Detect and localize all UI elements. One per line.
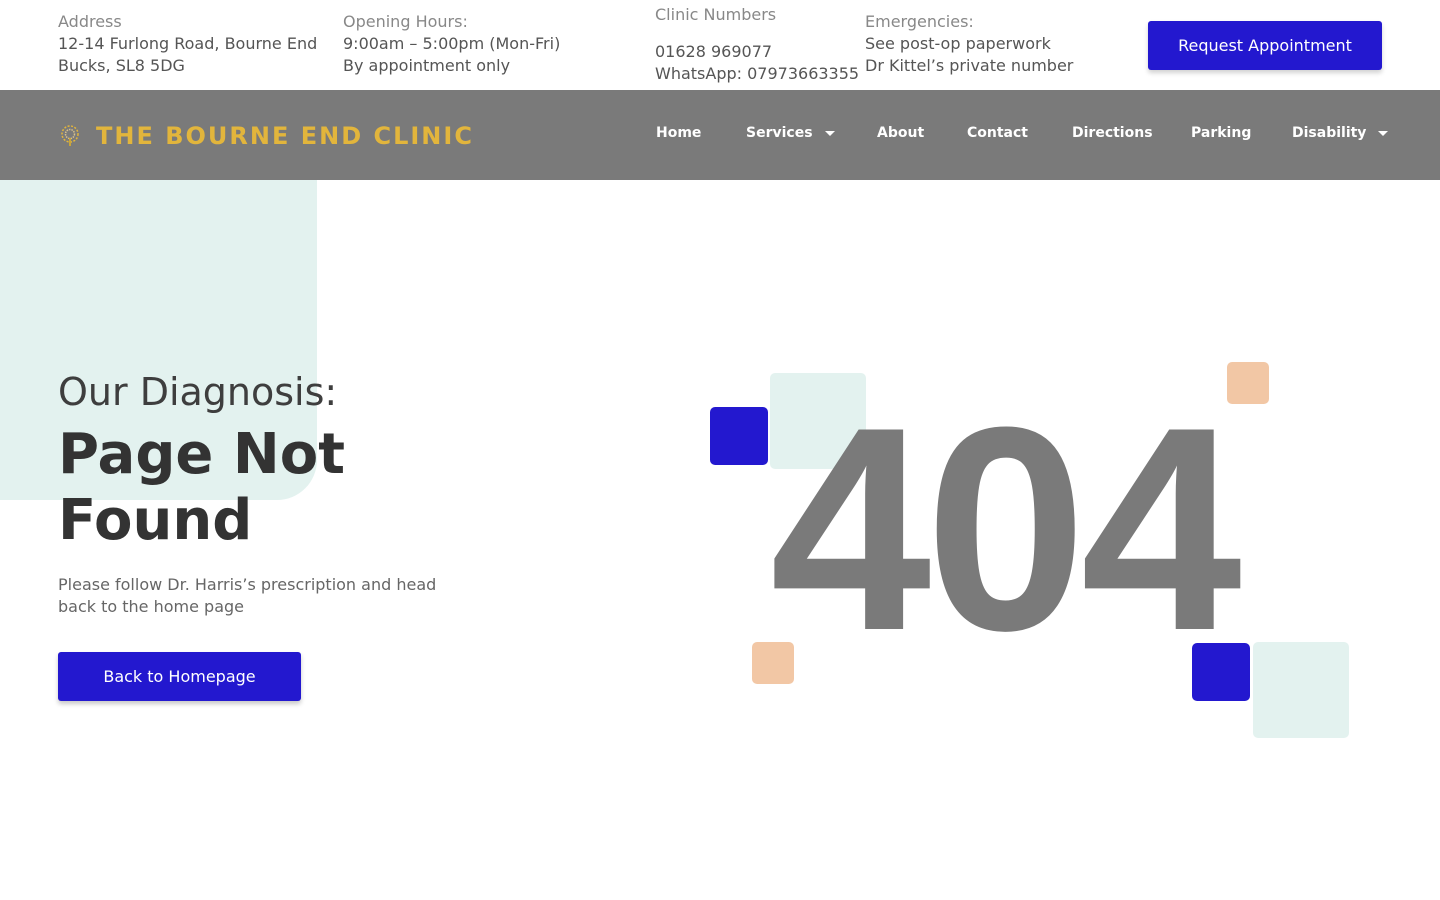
address-line2: Bucks, SL8 5DG [58,56,185,75]
address-block: Address 12-14 Furlong Road, Bourne End B… [58,11,317,77]
main-header: THE BOURNE END CLINIC Home Services Abou… [0,90,1440,180]
decor-square [1192,643,1250,701]
page-title: Page Not Found [58,422,478,554]
address-label: Address [58,12,122,31]
nav-disability[interactable]: Disability [1292,125,1389,141]
nav-home[interactable]: Home [656,125,701,141]
nav-disability-label: Disability [1292,125,1367,141]
top-info-bar: Address 12-14 Furlong Road, Bourne End B… [0,0,1440,90]
nav-directions[interactable]: Directions [1072,125,1153,141]
hero-subtitle: Our Diagnosis: [58,370,338,414]
main-nav: Home Services About Contact Directions P… [0,90,1440,180]
page-title-line2: Found [58,488,253,553]
hero-description: Please follow Dr. Harris’s prescription … [58,575,437,616]
back-to-homepage-button[interactable]: Back to Homepage [58,652,301,701]
emergencies-label: Emergencies: [865,12,974,31]
clinic-numbers-label: Clinic Numbers [655,5,777,24]
request-appointment-button[interactable]: Request Appointment [1148,21,1382,70]
emergencies-block: Emergencies: See post-op paperwork Dr Ki… [865,11,1073,77]
whatsapp-link[interactable]: WhatsApp: 07973663355 [655,63,859,85]
page-title-line1: Page Not [58,422,345,487]
nav-services-label: Services [746,125,813,141]
address-line1: 12-14 Furlong Road, Bourne End [58,34,318,53]
nav-about[interactable]: About [877,125,924,141]
emergencies-line2: Dr Kittel’s private number [865,56,1074,75]
opening-hours-line2: By appointment only [343,56,511,75]
nav-home-label: Home [656,125,702,141]
decor-square [752,642,794,684]
hero-section: Our Diagnosis: Page Not Found Please fol… [58,366,478,618]
emergencies-line1: See post-op paperwork [865,34,1051,53]
decor-square [710,407,768,465]
opening-hours-line1: 9:00am – 5:00pm (Mon-Fri) [343,34,561,53]
nav-directions-label: Directions [1072,125,1153,141]
opening-hours-label: Opening Hours: [343,12,468,31]
caret-down-icon [824,130,835,136]
nav-services[interactable]: Services [746,125,835,141]
clinic-phone-link[interactable]: 01628 969077 [655,41,859,63]
nav-parking[interactable]: Parking [1191,125,1251,141]
clinic-numbers-block: Clinic Numbers 01628 969077 WhatsApp: 07… [655,4,859,85]
nav-about-label: About [877,125,925,141]
error-code: 404 [770,367,1242,691]
nav-contact[interactable]: Contact [967,125,1028,141]
opening-hours-block: Opening Hours: 9:00am – 5:00pm (Mon-Fri)… [343,11,560,77]
caret-down-icon [1378,130,1389,136]
nav-contact-label: Contact [967,125,1028,141]
nav-parking-label: Parking [1191,125,1252,141]
